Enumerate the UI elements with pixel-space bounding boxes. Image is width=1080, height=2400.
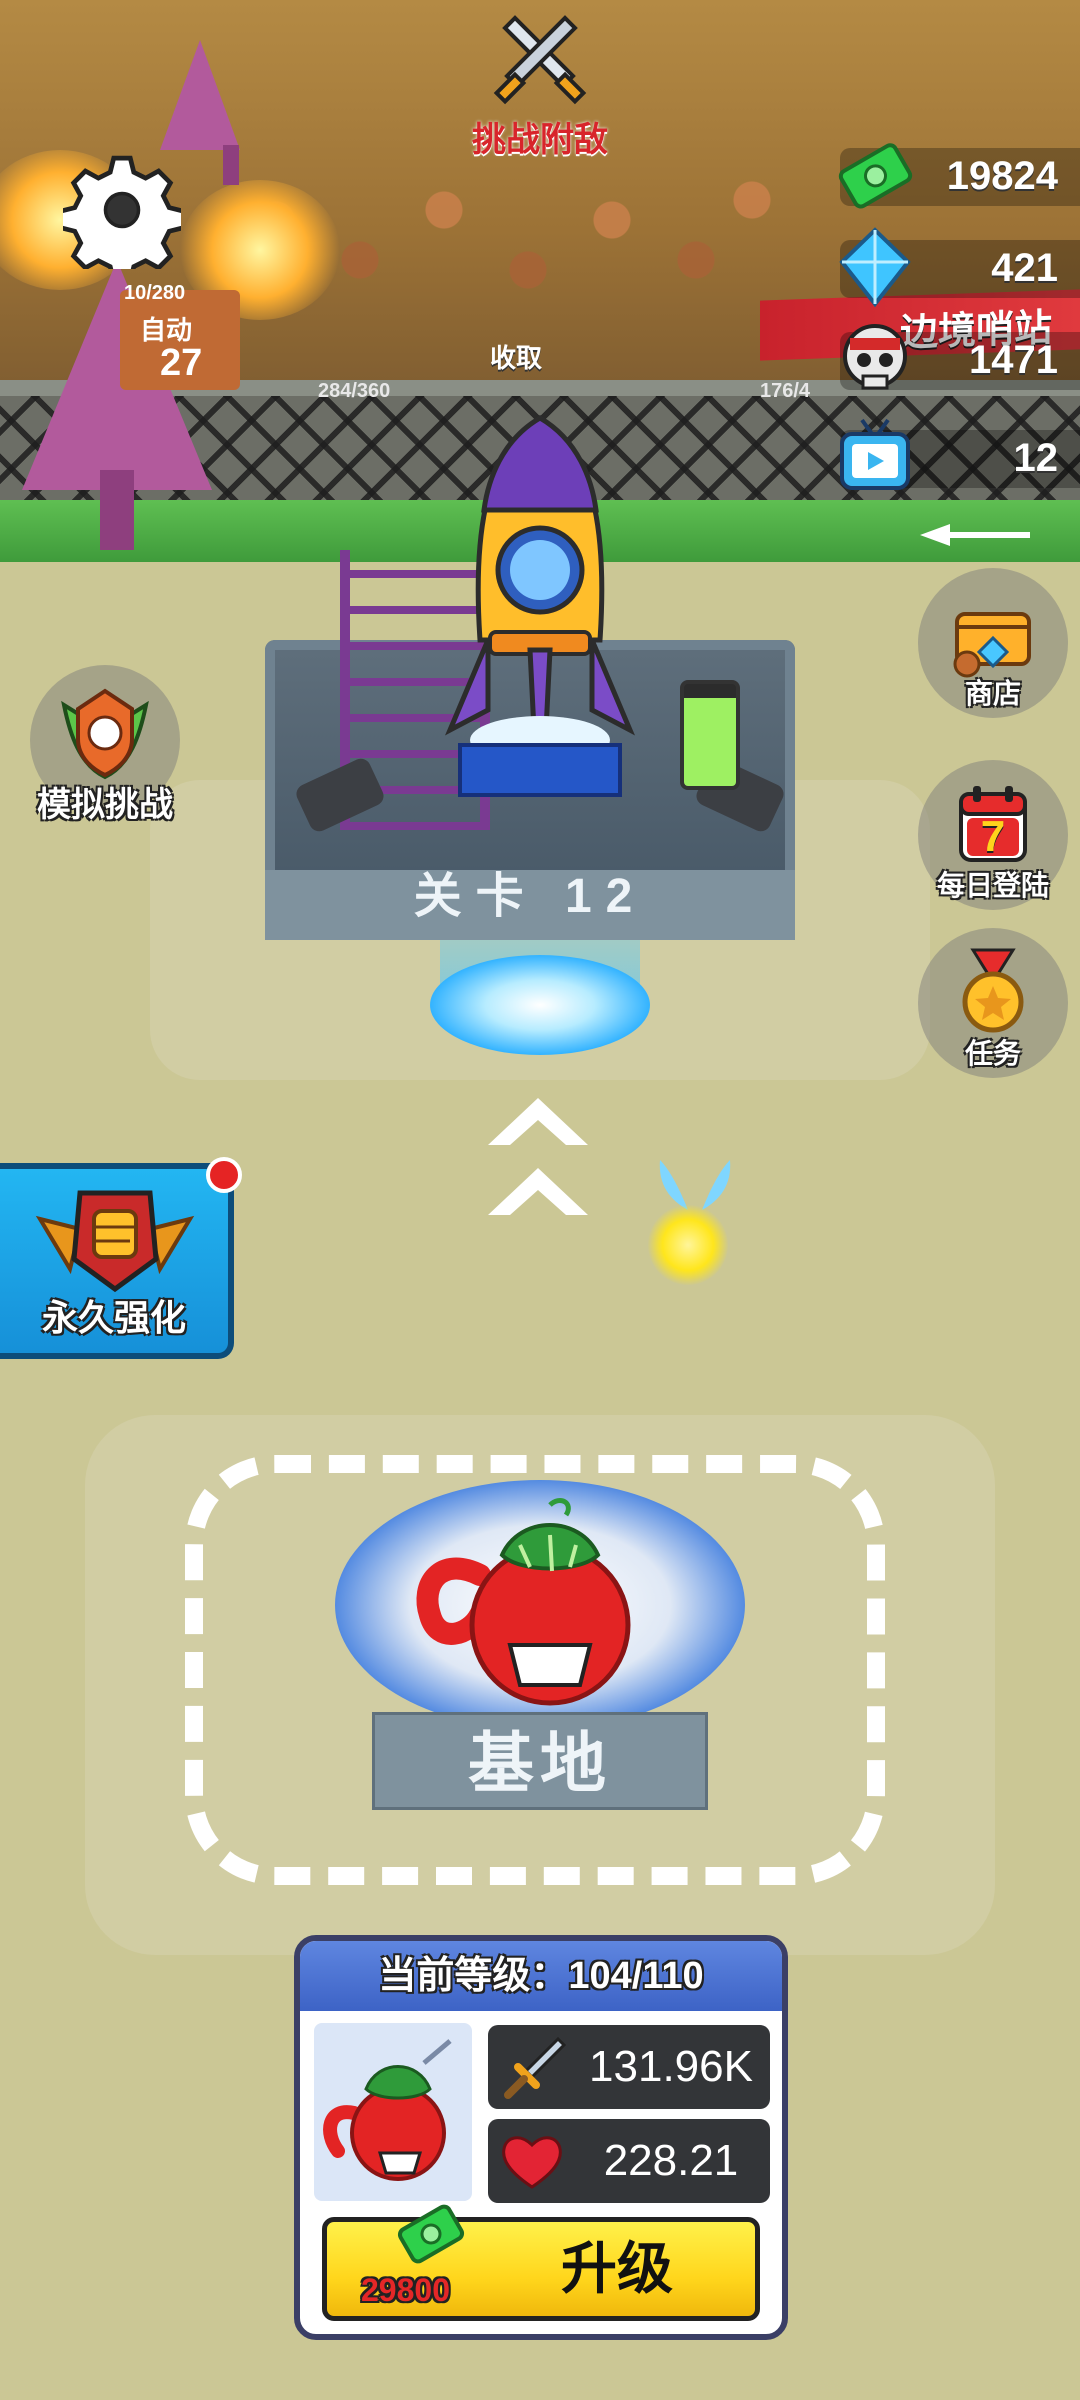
gem-icon <box>839 227 911 308</box>
gem-value: 421 <box>991 246 1058 290</box>
permanent-upgrade-label: 永久强化 <box>41 1297 186 1338</box>
tomato-hero-icon <box>323 2039 452 2181</box>
challenge-enemy-label: 挑战附敌 <box>472 121 608 159</box>
crossed-swords-icon <box>493 15 587 105</box>
tree-large-trunk <box>100 470 134 550</box>
shop-label: 商店 <box>964 678 1021 709</box>
bee-helper[interactable] <box>648 1205 728 1285</box>
level-card: 当前等级：104/110 131.96K 228.21 29800 升级 <box>294 1935 788 2340</box>
sim-challenge-label: 模拟挑战 <box>37 786 173 824</box>
score-left: 284/360 <box>318 380 391 402</box>
level-label: 关卡 12 <box>413 870 647 923</box>
upgrade-label: 升级 <box>561 2237 673 2300</box>
upgrade-button[interactable]: 29800 升级 <box>322 2204 760 2321</box>
hp-value: 228.21 <box>603 2136 739 2185</box>
skull-icon <box>843 324 907 390</box>
permanent-upgrade-button[interactable]: 永久强化 <box>0 1157 242 1359</box>
level-portal[interactable] <box>430 955 650 1055</box>
cash-stack-icon <box>397 2204 465 2264</box>
settings-button[interactable] <box>62 150 182 270</box>
tree-small-trunk <box>223 145 239 185</box>
green-tank <box>680 680 740 790</box>
daily-login-label: 每日登陆 <box>936 870 1049 901</box>
score-right: 176/4 <box>760 380 811 402</box>
counter-capacity: 10/280 <box>124 282 186 304</box>
cash-value: 19824 <box>946 154 1058 198</box>
challenge-enemy-button[interactable]: 挑战附敌 <box>440 10 640 160</box>
attack-stat: 131.96K <box>488 2025 770 2109</box>
shield-badge-icon <box>61 688 149 780</box>
sword-icon <box>504 2036 566 2099</box>
chevron-up-icon <box>488 1098 588 1145</box>
daily-login-button[interactable]: 7 每日登陆 <box>918 760 1068 910</box>
collect-label[interactable]: 收取 <box>490 338 542 375</box>
auto-counter-sign: 10/280 自动 27 <box>120 282 240 390</box>
hp-stat: 228.21 <box>488 2119 770 2203</box>
treasure-chest-icon <box>953 612 1031 678</box>
upgrade-cost: 29800 <box>361 2272 450 2308</box>
gear-icon <box>63 155 181 269</box>
video-value: 12 <box>1013 436 1059 480</box>
notification-dot <box>206 1157 242 1193</box>
base-label: 基地 <box>372 1712 708 1810</box>
daily-login-day: 7 <box>980 812 1006 861</box>
tomato-hero[interactable] <box>410 1495 670 1725</box>
tasks-label: 任务 <box>964 1038 1021 1069</box>
cash-stack-icon <box>838 143 913 209</box>
rocket[interactable] <box>440 410 640 810</box>
skull-value: 1471 <box>969 338 1058 382</box>
game-scene: 10/280 自动 27 284/360 176/4 收取 边境哨站 挑战附敌 <box>0 0 1080 2400</box>
counter-value: 27 <box>160 342 203 384</box>
tasks-button[interactable]: 任务 <box>918 928 1068 1078</box>
attack-value: 131.96K <box>589 2042 753 2091</box>
cash-counter: 19824 <box>838 143 1080 209</box>
tv-ad-icon <box>840 418 910 490</box>
fist-badge-icon <box>35 1190 195 1293</box>
current-level-title: 当前等级：104/110 <box>300 1941 782 2011</box>
medal-icon <box>962 948 1024 1033</box>
shop-button[interactable]: 商店 <box>918 568 1068 718</box>
direction-arrow <box>920 524 1030 546</box>
sim-challenge-button[interactable]: 模拟挑战 <box>20 665 190 835</box>
tree-small <box>160 40 240 150</box>
heart-icon <box>502 2136 562 2189</box>
gem-counter: 421 <box>839 227 1080 308</box>
video-counter: 12 <box>840 418 1080 490</box>
hero-portrait <box>314 2023 472 2201</box>
chevron-up-icon <box>488 1168 588 1215</box>
skull-counter: 1471 <box>840 324 1080 390</box>
